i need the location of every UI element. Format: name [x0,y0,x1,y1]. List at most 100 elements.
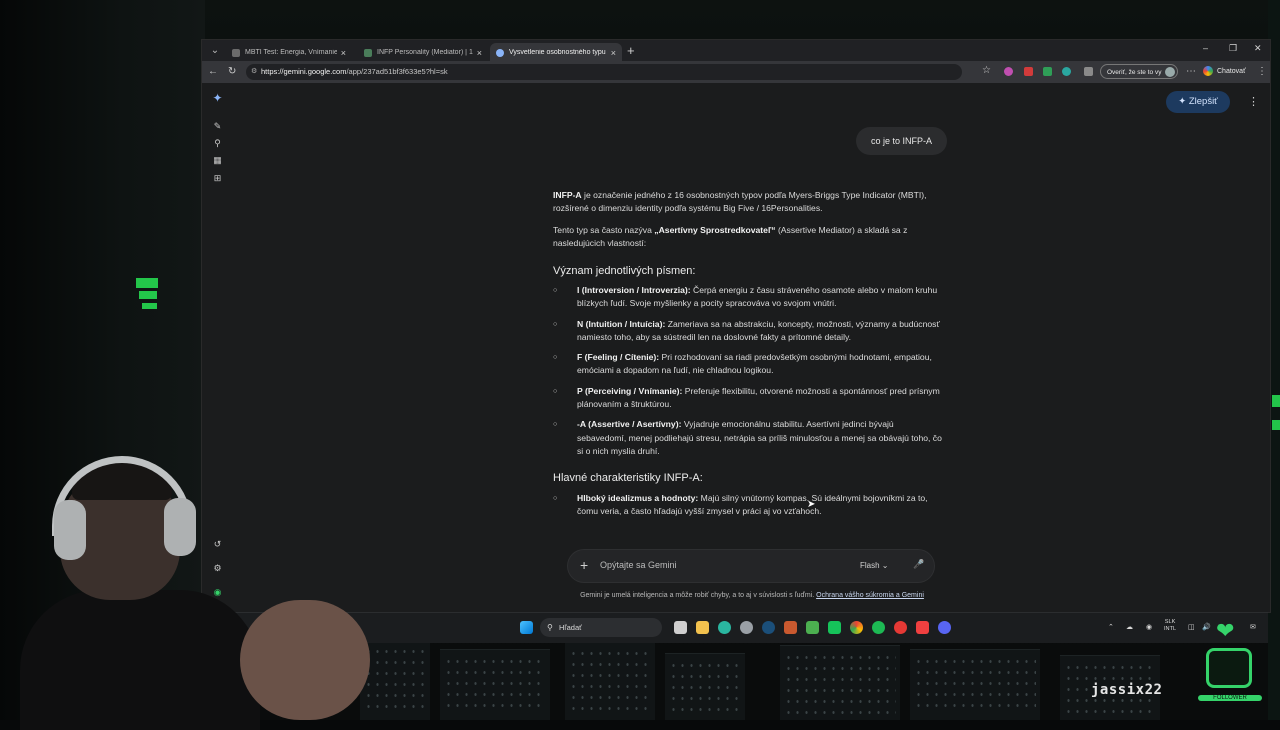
app-icon[interactable] [784,621,797,634]
avatar [1165,67,1175,77]
traits-list: Hlboký idealizmus a hodnoty: Majú silný … [553,492,943,519]
chat-button[interactable]: Chatovať [1203,64,1246,79]
edge-icon[interactable] [718,621,731,634]
extension-icon[interactable] [1062,67,1071,76]
chat-label: Chatovať [1217,68,1246,75]
neon-light [1272,395,1280,407]
network-icon[interactable]: ◫ [1188,623,1195,631]
extension-icon[interactable] [1024,67,1033,76]
url-path: /app/237ad51bf3f633e5?hl=sk [346,67,448,76]
prompt-composer[interactable]: + Opýtajte sa Gemini Flash ⌄ 🎤 [568,550,934,582]
webcam-person-hand [240,600,370,720]
copilot-icon [1203,66,1213,77]
browser-tab[interactable]: MBTI Test: Energia, Vnímanie, Roz × [226,43,352,62]
close-window-icon[interactable]: ✕ [1254,43,1262,54]
app-icon[interactable] [916,621,929,634]
privacy-link[interactable]: Ochrana vášho súkromia a Gemini [816,592,924,599]
new-chat-icon[interactable]: ✎ [212,121,223,132]
minimize-icon[interactable]: – [1203,43,1208,53]
building [780,645,900,720]
chrome-icon[interactable] [850,621,863,634]
tray-icon[interactable]: ☁ [1126,623,1133,631]
gemini-sparkle-icon[interactable]: ✦ [212,92,223,104]
disclaimer-text: Gemini je umelá inteligencia a môže robi… [580,592,817,599]
language-indicator[interactable]: SLK INTL [1164,619,1176,633]
browser-toolbar: ← ↻ ⚙ https://gemini.google.com/app/237a… [202,61,1270,83]
app-icon[interactable] [894,621,907,634]
taskbar-search[interactable]: ⚲ Hľadať [540,618,662,637]
tab-favicon [364,48,372,57]
upgrade-button[interactable]: ✦ Zlepšiť [1166,91,1230,113]
add-attachment-icon[interactable]: + [580,557,588,573]
lang-line1: SLK [1164,619,1176,625]
tab-strip: ⌄ MBTI Test: Energia, Vnímanie, Roz × IN… [202,40,1270,62]
profile-button[interactable]: Overiť, že ste to vy [1100,64,1178,79]
neon-light [136,278,158,288]
more-options-icon[interactable]: ⋮ [1248,95,1259,108]
more-menu-icon[interactable]: ⋮ [1257,66,1267,78]
response-text: Tento typ sa často nazýva [553,225,655,236]
streamer-name: jassix22 [1091,682,1163,698]
neon-light [139,291,157,299]
follower-label: FOLLOWER [1198,695,1262,701]
gemini-favicon [496,48,504,57]
list-term: Hlboký idealizmus a hodnoty: [577,492,699,503]
prompt-input[interactable]: Opýtajte sa Gemini [600,560,677,570]
microphone-icon[interactable]: 🎤 [913,559,924,570]
neon-light [142,303,157,309]
app-icon[interactable] [806,621,819,634]
section-heading: Hlavné charakteristiky INFP-A: [553,472,703,485]
headset-earcup [54,500,86,560]
new-tab-icon[interactable]: + [627,44,635,58]
tray-icon[interactable]: ◉ [1146,623,1152,631]
model-label: Flash [860,561,880,570]
reload-icon[interactable]: ↻ [228,66,236,78]
section-heading: Význam jednotlivých písmen: [553,264,696,277]
back-icon[interactable]: ← [208,66,218,78]
site-info-icon[interactable]: ⚙ [251,64,257,80]
close-icon[interactable]: × [611,48,616,58]
building [565,641,655,720]
extension-icon[interactable] [1004,67,1013,76]
list-item: P (Perceiving / Vnímanie): Preferuje fle… [553,385,943,412]
close-icon[interactable]: × [477,48,482,58]
letters-list: I (Introversion / Introverzia): Čerpá en… [553,284,943,458]
response-intro-bold: INFP-A [553,190,582,200]
spotify-icon[interactable] [872,621,885,634]
gemini-page: ✦ ✎ ⚲ ▦ ⊞ ↺ ⚙ ◉ ✦ Zlepšiť ⋮ co je to INF… [202,83,1270,612]
steam-icon[interactable] [762,621,775,634]
windows-start-icon[interactable] [520,621,533,634]
discord-icon[interactable] [938,621,951,634]
response-intro-text: je označenie jedného z 16 osobnostných t… [553,190,927,214]
tab-search-icon[interactable]: ⌄ [207,43,223,59]
gems-icon[interactable]: ▦ [212,155,223,166]
list-item: F (Feeling / Cítenie): Pri rozhodovaní s… [553,351,943,378]
address-bar[interactable]: ⚙ https://gemini.google.com/app/237ad51b… [246,64,962,80]
extensions-puzzle-icon[interactable] [1084,67,1093,76]
building [360,639,430,720]
robot-face-icon [1206,648,1252,688]
extension-icon[interactable] [1043,67,1052,76]
bookmark-star-icon[interactable]: ☆ [982,65,991,77]
list-item: Hlboký idealizmus a hodnoty: Majú silný … [553,492,943,519]
tray-chevron-icon[interactable]: ⌃ [1108,623,1114,631]
browser-tab-active[interactable]: Vysvetlenie osobnostného typu IN × [490,43,622,62]
maximize-icon[interactable]: ❐ [1229,43,1237,54]
file-explorer-icon[interactable] [696,621,709,634]
response-paragraph: Tento typ sa často nazýva „Asertívny Spr… [553,224,943,251]
task-view-icon[interactable] [674,621,687,634]
search-icon[interactable]: ⚲ [212,138,223,149]
apps-icon[interactable]: ⊞ [212,173,223,184]
neon-light [1272,420,1280,430]
tab-title: INFP Personality (Mediator) | 16Pe [377,49,473,56]
settings-icon[interactable] [740,621,753,634]
close-icon[interactable]: × [341,48,346,58]
building [440,649,550,720]
headset-earcup [164,498,196,556]
browser-tab[interactable]: INFP Personality (Mediator) | 16Pe × [358,43,488,62]
url-domain: https://gemini.google.com [261,67,347,76]
app-icon[interactable] [828,621,841,634]
more-menu-icon[interactable]: ⋯ [1186,66,1196,78]
search-icon: ⚲ [547,623,553,632]
model-selector[interactable]: Flash ⌄ [860,561,889,570]
